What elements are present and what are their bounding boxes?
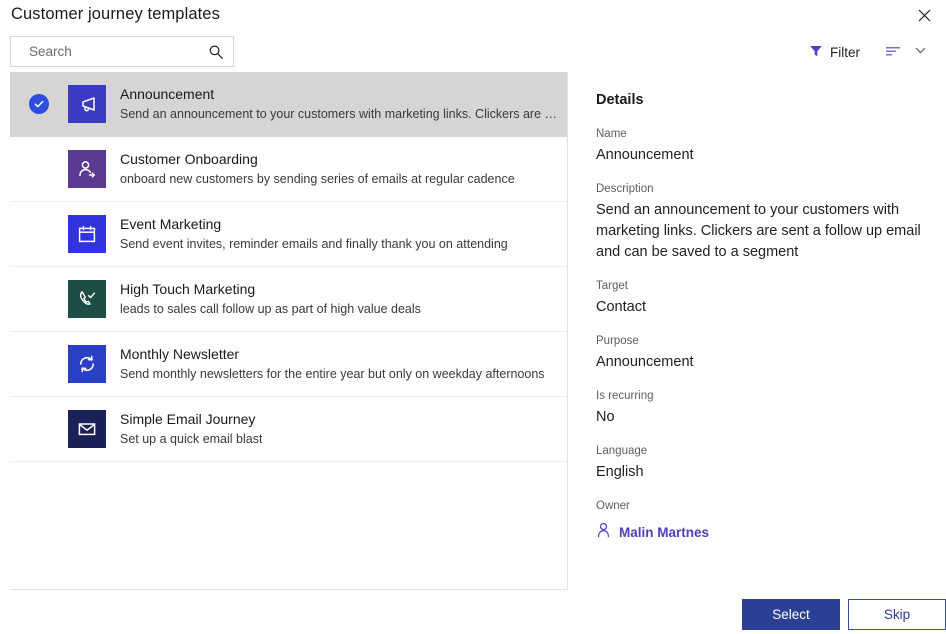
field-label: Owner	[596, 500, 630, 512]
filter-button[interactable]: Filter	[803, 38, 866, 66]
list-item-title: Simple Email Journey	[120, 411, 256, 427]
list-item-text: Monthly Newsletter Send monthly newslett…	[120, 345, 553, 383]
list-item-title: High Touch Marketing	[120, 281, 256, 297]
list-item-title: Monthly Newsletter	[120, 346, 240, 362]
calendar-icon	[68, 215, 106, 253]
person-arrow-icon	[68, 150, 106, 188]
details-heading: Details	[596, 92, 644, 108]
field-value: Send an announcement to your customers w…	[596, 202, 921, 260]
field-label: Purpose	[596, 335, 639, 347]
list-item-text: Event Marketing Send event invites, remi…	[120, 215, 516, 253]
search-icon[interactable]	[208, 44, 224, 60]
field-value: Announcement	[596, 354, 694, 370]
check-circle-icon	[29, 94, 49, 114]
search-input[interactable]	[11, 37, 209, 66]
command-bar-actions: Filter	[803, 38, 932, 66]
list-item-description: Send an announcement to your customers w…	[120, 107, 559, 121]
field-label: Language	[596, 445, 648, 457]
list-item-text: Simple Email Journey Set up a quick emai…	[120, 410, 270, 448]
close-button[interactable]	[909, 2, 939, 28]
select-button[interactable]: Select	[742, 599, 840, 630]
field-label: Is recurring	[596, 390, 654, 402]
owner-link[interactable]: Malin Martnes	[596, 522, 709, 543]
command-bar: Filter	[0, 36, 946, 68]
envelope-icon	[68, 410, 106, 448]
list-item[interactable]: High Touch Marketing leads to sales call…	[10, 267, 567, 332]
list-item[interactable]: Simple Email Journey Set up a quick emai…	[10, 397, 567, 462]
field-label: Name	[596, 128, 627, 140]
chevron-down-icon	[914, 44, 927, 60]
close-icon	[918, 9, 931, 22]
skip-button[interactable]: Skip	[848, 599, 946, 630]
field-target: Target Contact	[596, 279, 936, 318]
list-item-title: Announcement	[120, 86, 215, 102]
field-description: Description Send an announcement to your…	[596, 182, 936, 263]
field-value: Announcement	[596, 147, 694, 163]
list-item-text: Customer Onboarding onboard new customer…	[120, 150, 523, 188]
list-item-description: Set up a quick email blast	[120, 432, 263, 446]
list-item[interactable]: Customer Onboarding onboard new customer…	[10, 137, 567, 202]
title-bar: Customer journey templates	[0, 0, 946, 32]
filter-funnel-icon	[809, 44, 823, 61]
list-item-description: leads to sales call follow up as part of…	[120, 302, 421, 316]
field-language: Language English	[596, 444, 936, 483]
template-list: Announcement Send an announcement to you…	[10, 72, 568, 590]
field-value: Contact	[596, 299, 646, 315]
footer-actions: Select Skip	[0, 592, 946, 634]
field-owner: Owner Malin Martnes	[596, 499, 936, 543]
list-item-title: Customer Onboarding	[120, 151, 258, 167]
field-value: No	[596, 409, 615, 425]
main-content: Announcement Send an announcement to you…	[10, 72, 936, 590]
selection-checkbox[interactable]	[10, 94, 68, 114]
list-item-text: Announcement Send an announcement to you…	[120, 85, 567, 123]
list-item-description: Send monthly newsletters for the entire …	[120, 367, 545, 381]
list-item-title: Event Marketing	[120, 216, 222, 232]
list-item[interactable]: Announcement Send an announcement to you…	[10, 72, 567, 137]
list-item-description: onboard new customers by sending series …	[120, 172, 515, 186]
sort-lines-icon	[885, 44, 901, 61]
list-item-text: High Touch Marketing leads to sales call…	[120, 280, 429, 318]
search-box[interactable]	[10, 36, 234, 67]
filter-label: Filter	[830, 44, 860, 60]
page-title: Customer journey templates	[11, 5, 220, 23]
sort-button[interactable]	[880, 38, 906, 66]
field-value: English	[596, 464, 644, 480]
list-item[interactable]: Monthly Newsletter Send monthly newslett…	[10, 332, 567, 397]
megaphone-icon	[68, 85, 106, 123]
field-purpose: Purpose Announcement	[596, 334, 936, 373]
sort-dropdown-button[interactable]	[908, 38, 932, 66]
owner-name: Malin Martnes	[619, 525, 710, 540]
details-panel: Details Name Announcement Description Se…	[569, 72, 936, 590]
refresh-sync-icon	[68, 345, 106, 383]
field-name: Name Announcement	[596, 127, 936, 166]
field-is-recurring: Is recurring No	[596, 389, 936, 428]
phone-check-icon	[68, 280, 106, 318]
list-item-description: Send event invites, reminder emails and …	[120, 237, 508, 251]
list-item[interactable]: Event Marketing Send event invites, remi…	[10, 202, 567, 267]
person-icon	[596, 522, 611, 543]
field-label: Description	[596, 183, 654, 195]
field-label: Target	[596, 280, 628, 292]
